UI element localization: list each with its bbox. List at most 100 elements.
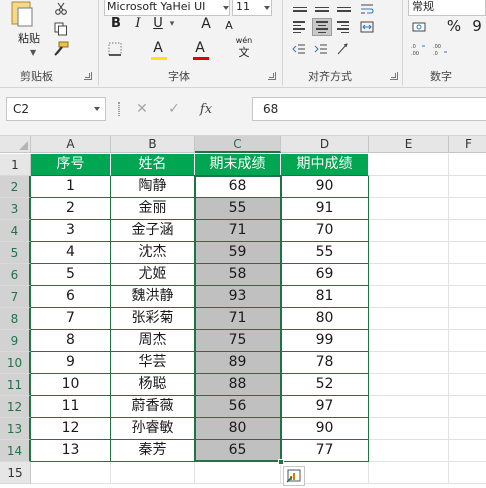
phonetic-button-bottom[interactable]: 文 (236, 46, 252, 60)
row-header-9[interactable]: 9 (0, 330, 31, 352)
orientation-icon[interactable] (334, 40, 352, 58)
empty-cell[interactable] (369, 242, 449, 264)
table-cell[interactable]: 10 (31, 374, 111, 396)
table-cell[interactable]: 80 (195, 418, 281, 440)
row-header-2[interactable]: 2 (0, 176, 31, 198)
empty-cell[interactable] (369, 220, 449, 242)
empty-cell[interactable] (369, 396, 449, 418)
paste-button-label[interactable]: 粘贴 (18, 30, 40, 46)
grow-font-button[interactable]: A (198, 14, 214, 34)
comma-style-button[interactable]: 9 (470, 16, 484, 36)
table-cell[interactable]: 90 (281, 418, 369, 440)
decrease-indent-icon[interactable] (290, 40, 308, 58)
shrink-font-button[interactable]: A (222, 16, 236, 36)
name-box[interactable]: C2 (6, 97, 106, 121)
align-right-icon[interactable] (334, 18, 354, 36)
row-header-5[interactable]: 5 (0, 242, 31, 264)
clipboard-launcher-icon[interactable] (84, 72, 92, 80)
row-header-10[interactable]: 10 (0, 352, 31, 374)
empty-cell[interactable] (369, 330, 449, 352)
number-format-field[interactable]: 常规 (408, 0, 486, 16)
table-cell[interactable]: 陶静 (111, 176, 195, 198)
empty-cell[interactable] (449, 220, 486, 242)
row-header-8[interactable]: 8 (0, 308, 31, 330)
format-painter-icon[interactable] (52, 40, 70, 58)
row-header-4[interactable]: 4 (0, 220, 31, 242)
table-cell[interactable]: 52 (281, 374, 369, 396)
table-cell[interactable]: 13 (31, 440, 111, 462)
cut-icon[interactable] (52, 0, 70, 18)
empty-cell[interactable] (369, 462, 449, 484)
table-cell[interactable]: 11 (31, 396, 111, 418)
quick-analysis-button[interactable] (283, 466, 305, 486)
percent-button[interactable]: % (446, 16, 462, 36)
table-cell[interactable]: 55 (195, 198, 281, 220)
fill-color-button[interactable]: A (150, 38, 166, 58)
splitter-handle[interactable] (118, 102, 120, 116)
empty-cell[interactable] (449, 440, 486, 462)
increase-indent-icon[interactable] (312, 40, 330, 58)
table-cell[interactable]: 90 (281, 176, 369, 198)
row-header-13[interactable]: 13 (0, 418, 31, 440)
table-cell[interactable]: 69 (281, 264, 369, 286)
table-header-cell[interactable]: 期末成绩 (195, 154, 281, 176)
table-cell[interactable]: 孙睿敏 (111, 418, 195, 440)
empty-cell[interactable] (369, 440, 449, 462)
empty-cell[interactable] (449, 462, 486, 484)
table-cell[interactable]: 99 (281, 330, 369, 352)
name-box-dropdown-icon[interactable] (94, 107, 100, 111)
table-cell[interactable]: 55 (281, 242, 369, 264)
borders-icon[interactable] (106, 40, 124, 58)
table-cell[interactable]: 89 (195, 352, 281, 374)
table-cell[interactable]: 71 (195, 220, 281, 242)
underline-dropdown-icon[interactable]: ▾ (167, 14, 177, 34)
empty-cell[interactable] (369, 154, 449, 176)
table-cell[interactable]: 金丽 (111, 198, 195, 220)
table-cell[interactable]: 58 (195, 264, 281, 286)
empty-cell[interactable] (369, 352, 449, 374)
underline-button[interactable]: U (150, 14, 166, 34)
table-cell[interactable]: 59 (195, 242, 281, 264)
column-header-e[interactable]: E (369, 136, 449, 153)
table-cell[interactable]: 7 (31, 308, 111, 330)
table-cell[interactable]: 56 (195, 396, 281, 418)
empty-cell[interactable] (449, 242, 486, 264)
table-cell[interactable]: 88 (195, 374, 281, 396)
column-header-b[interactable]: B (111, 136, 195, 153)
italic-button[interactable]: I (130, 14, 146, 34)
table-cell[interactable]: 81 (281, 286, 369, 308)
table-cell[interactable]: 12 (31, 418, 111, 440)
empty-cell[interactable] (31, 462, 111, 484)
table-cell[interactable]: 68 (195, 176, 281, 198)
column-header-d[interactable]: D (281, 136, 369, 153)
table-cell[interactable]: 华芸 (111, 352, 195, 374)
table-cell[interactable]: 3 (31, 220, 111, 242)
table-cell[interactable]: 8 (31, 330, 111, 352)
fill-handle[interactable] (278, 459, 284, 465)
empty-cell[interactable] (369, 418, 449, 440)
align-middle-icon[interactable] (312, 0, 332, 18)
empty-cell[interactable] (449, 418, 486, 440)
wrap-text-icon[interactable] (358, 0, 376, 18)
phonetic-button-top[interactable]: wén (232, 36, 256, 46)
fx-icon[interactable]: fx (190, 102, 222, 117)
paste-icon[interactable] (8, 0, 36, 28)
formula-input[interactable]: 68 (252, 97, 486, 121)
table-header-cell[interactable]: 期中成绩 (281, 154, 369, 176)
empty-cell[interactable] (449, 374, 486, 396)
align-bottom-icon[interactable] (334, 0, 354, 18)
table-cell[interactable]: 4 (31, 242, 111, 264)
table-cell[interactable]: 91 (281, 198, 369, 220)
column-header-a[interactable]: A (31, 136, 111, 153)
table-cell[interactable]: 6 (31, 286, 111, 308)
empty-cell[interactable] (449, 264, 486, 286)
table-cell[interactable]: 80 (281, 308, 369, 330)
bold-button[interactable]: B (108, 14, 124, 34)
paste-dropdown-icon[interactable]: ▼ (30, 48, 36, 57)
align-top-icon[interactable] (290, 0, 310, 18)
table-cell[interactable]: 沈杰 (111, 242, 195, 264)
empty-cell[interactable] (369, 286, 449, 308)
table-header-cell[interactable]: 姓名 (111, 154, 195, 176)
table-cell[interactable]: 1 (31, 176, 111, 198)
table-cell[interactable]: 77 (281, 440, 369, 462)
